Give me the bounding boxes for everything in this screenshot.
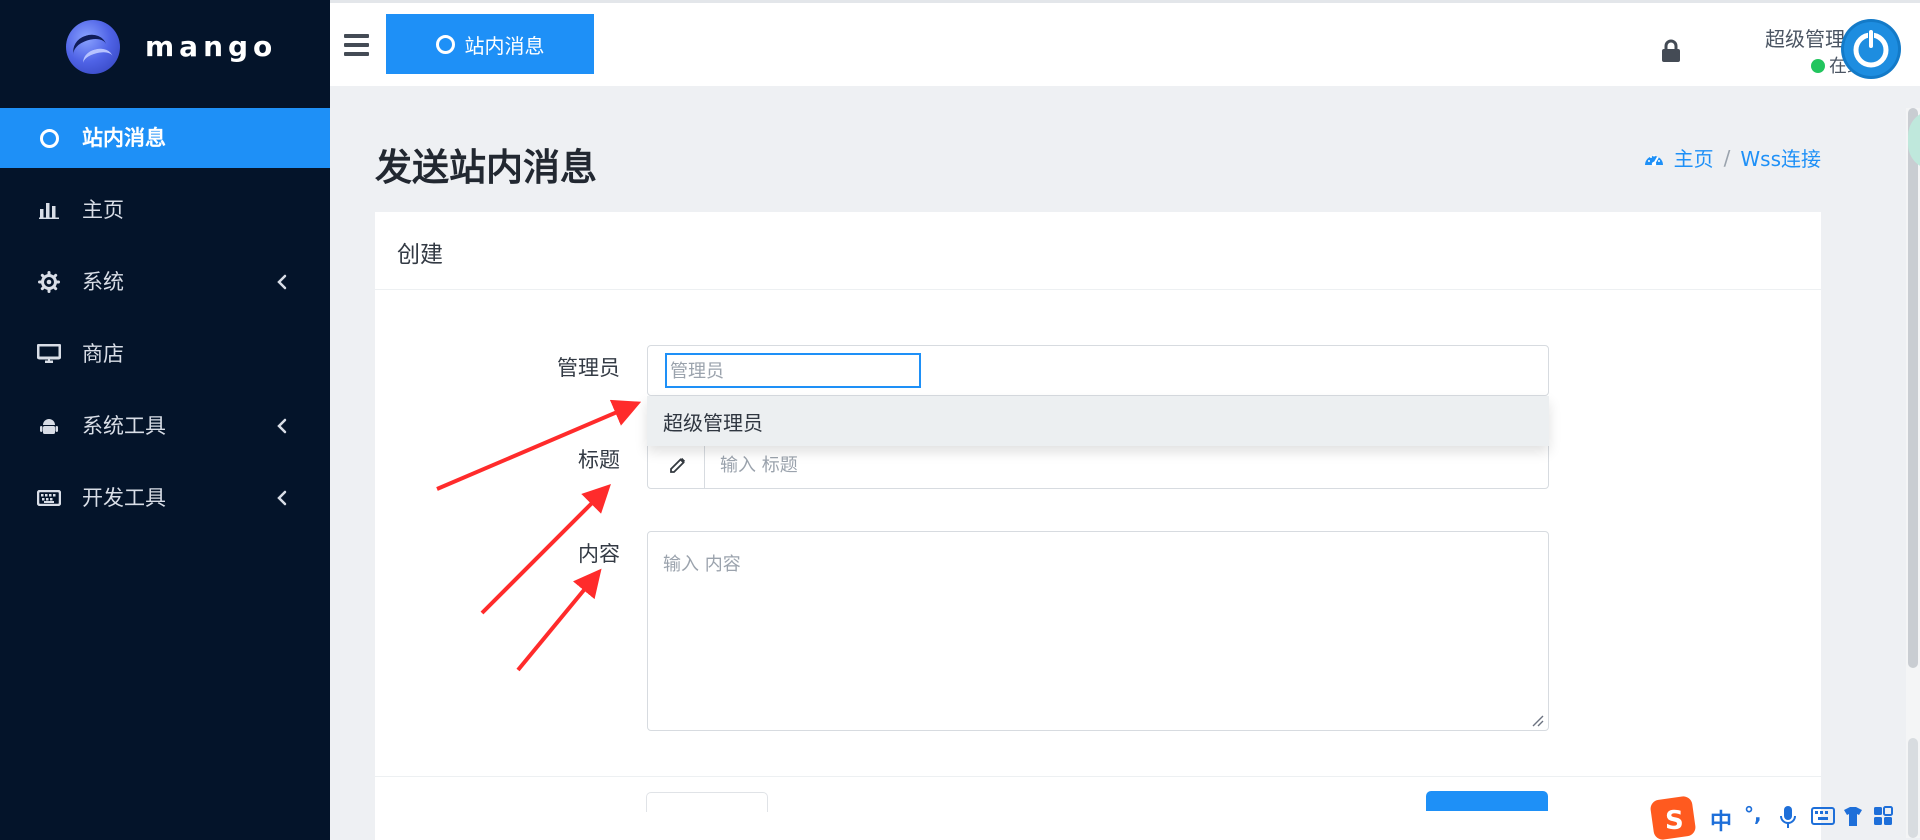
svg-text:S: S xyxy=(1665,806,1684,836)
skin-shirt-icon xyxy=(1844,807,1862,826)
page-scrollbar[interactable] xyxy=(1906,108,1920,838)
sogou-logo-icon: S xyxy=(1650,796,1696,840)
microphone-icon xyxy=(1780,806,1796,828)
toolbox-grid-icon xyxy=(1874,806,1893,825)
ime-language[interactable]: 中 xyxy=(1710,804,1732,836)
ime-tool-icons[interactable] xyxy=(1778,804,1918,832)
keyboard-icon xyxy=(1811,807,1835,825)
arrow-to-content-icon xyxy=(516,568,602,672)
arrow-to-title-icon xyxy=(480,484,611,615)
arrow-to-admin-icon xyxy=(436,399,642,491)
annotation-arrows xyxy=(436,399,642,672)
ime-toolbar: S 中 °, xyxy=(1648,794,1920,840)
app-window: mango 站内消息 主页 系统 商店 系统工具 开发工具 站内消息 超级管理员… xyxy=(0,0,1920,840)
scrollbar-thumb[interactable] xyxy=(1908,108,1918,668)
ime-punctuation[interactable]: °, xyxy=(1744,802,1762,826)
